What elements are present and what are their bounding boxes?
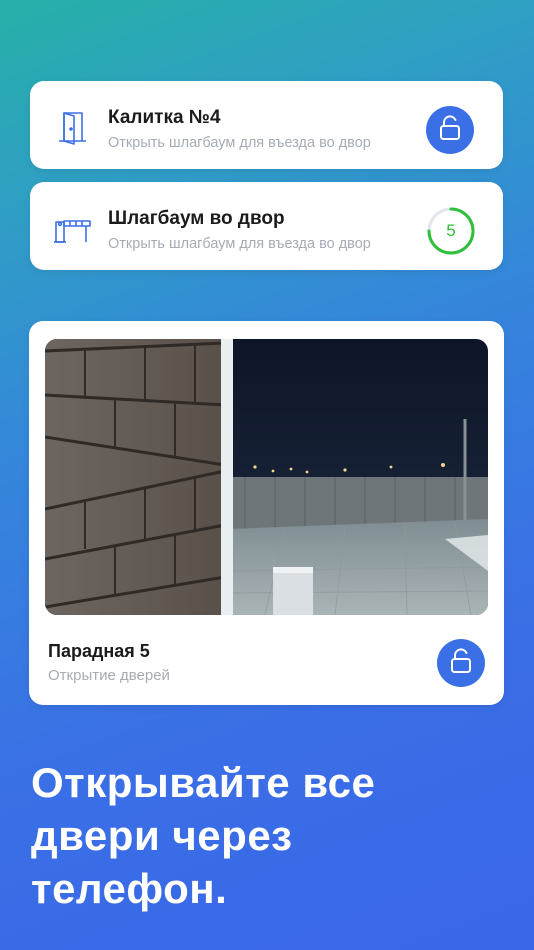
- action-card-barrier[interactable]: Шлагбаум во двор Открыть шлагбаум для въ…: [30, 182, 503, 270]
- headline-line: телефон.: [31, 865, 228, 912]
- unlock-button[interactable]: [437, 639, 485, 687]
- countdown-timer: 5: [426, 206, 476, 256]
- promo-headline: Открывайте все двери через телефон.: [31, 756, 501, 915]
- action-subtitle: Открыть шлагбаум для въезда во двор: [108, 236, 371, 252]
- action-card-gate[interactable]: Калитка №4 Открыть шлагбаум для въезда в…: [30, 81, 503, 169]
- action-subtitle: Открыть шлагбаум для въезда во двор: [108, 135, 371, 151]
- barrier-icon: [52, 208, 92, 248]
- camera-subtitle: Открытие дверей: [48, 667, 170, 684]
- door-icon: [52, 107, 92, 147]
- camera-card[interactable]: Парадная 5 Открытие дверей: [29, 321, 504, 705]
- timer-value: 5: [446, 221, 456, 240]
- action-title: Калитка №4: [108, 107, 221, 128]
- headline-line: двери через: [31, 812, 293, 859]
- action-title: Шлагбаум во двор: [108, 208, 285, 229]
- camera-preview[interactable]: [45, 339, 488, 615]
- unlock-button[interactable]: [426, 106, 474, 154]
- lock-icon: [439, 114, 461, 146]
- lock-icon: [450, 647, 472, 679]
- camera-title: Парадная 5: [48, 641, 150, 661]
- headline-line: Открывайте все: [31, 759, 376, 806]
